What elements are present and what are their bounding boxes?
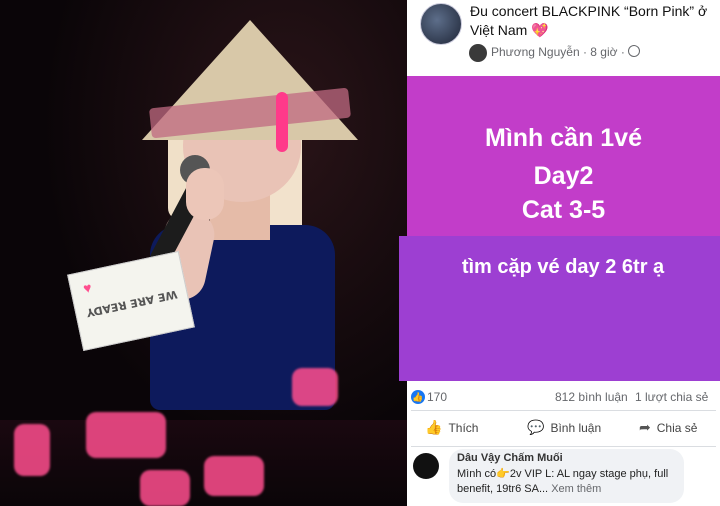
share-icon: ➦ — [639, 419, 651, 435]
post-actions: 👍 Thích 💬 Bình luận ➦ Chia sẻ — [407, 413, 720, 447]
comment-bubble: Dâu Vậy Chấm Muối Mình có👉2v VIP L: AL n… — [449, 449, 684, 503]
post-meta: Phương Nguyễn · 8 giờ · — [491, 45, 640, 59]
facebook-post: Đu concert BLACKPINK “Born Pink” ở Việt … — [399, 0, 720, 506]
see-more-link[interactable]: Xem thêm — [551, 483, 601, 495]
group-title[interactable]: Đu concert BLACKPINK “Born Pink” ở Việt … — [470, 2, 715, 40]
pink-hair-strand — [276, 92, 288, 152]
like-label: Thích — [448, 420, 479, 435]
card-line: Mình cần 1vé — [485, 124, 642, 152]
performer-hand — [186, 168, 224, 220]
post-text-card-purple: tìm cặp vé day 2 6tr ạ — [399, 236, 720, 381]
share-count[interactable]: 1 lượt chia sẻ — [635, 390, 708, 404]
comment-text: Mình có👉2v VIP L: AL ngay stage phụ, ful… — [457, 467, 682, 497]
share-button[interactable]: ➦ Chia sẻ — [639, 419, 697, 436]
divider — [411, 446, 716, 447]
divider — [411, 410, 716, 411]
author-avatar[interactable] — [469, 44, 487, 62]
comment-icon: 💬 — [527, 419, 545, 435]
card-line: Day2 — [533, 162, 594, 190]
card-line: Cat 3-5 — [521, 196, 606, 224]
post-stats: 👍 170 812 bình luận 1 lượt chia sẻ — [407, 384, 720, 408]
comment-button[interactable]: 💬 Bình luận — [527, 419, 601, 436]
share-label: Chia sẻ — [656, 420, 698, 435]
globe-icon — [627, 45, 640, 57]
group-avatar[interactable] — [420, 3, 462, 45]
lightstick — [204, 456, 264, 496]
lightstick — [292, 368, 338, 406]
lightstick — [140, 470, 190, 506]
fan-sign-text: WE ARE READY — [85, 287, 179, 320]
comment-count[interactable]: 812 bình luận — [555, 390, 628, 404]
comment-item: Dâu Vậy Chấm Muối Mình có👉2v VIP L: AL n… — [407, 449, 720, 506]
like-reaction-icon: 👍 — [411, 390, 425, 404]
concert-photo: ♥ WE ARE READY — [0, 0, 407, 506]
lightstick — [14, 424, 50, 476]
comment-label: Bình luận — [550, 420, 602, 435]
post-time[interactable]: · 8 giờ · — [583, 45, 625, 59]
thumbs-up-icon: 👍 — [425, 419, 443, 435]
lightstick — [86, 412, 166, 458]
commenter-avatar[interactable] — [413, 453, 439, 479]
reaction-count[interactable]: 170 — [427, 390, 447, 404]
post-header: Đu concert BLACKPINK “Born Pink” ở Việt … — [407, 0, 720, 76]
post-text-card-magenta: Mình cần 1vé Day2 Cat 3-5 — [407, 76, 720, 236]
card-text: tìm cặp vé day 2 6tr ạ — [461, 256, 665, 278]
heart-icon: ♥ — [81, 279, 94, 297]
commenter-name[interactable]: Dâu Vậy Chấm Muối — [457, 452, 563, 464]
like-button[interactable]: 👍 Thích — [425, 419, 478, 436]
author-name[interactable]: Phương Nguyễn — [491, 45, 580, 59]
